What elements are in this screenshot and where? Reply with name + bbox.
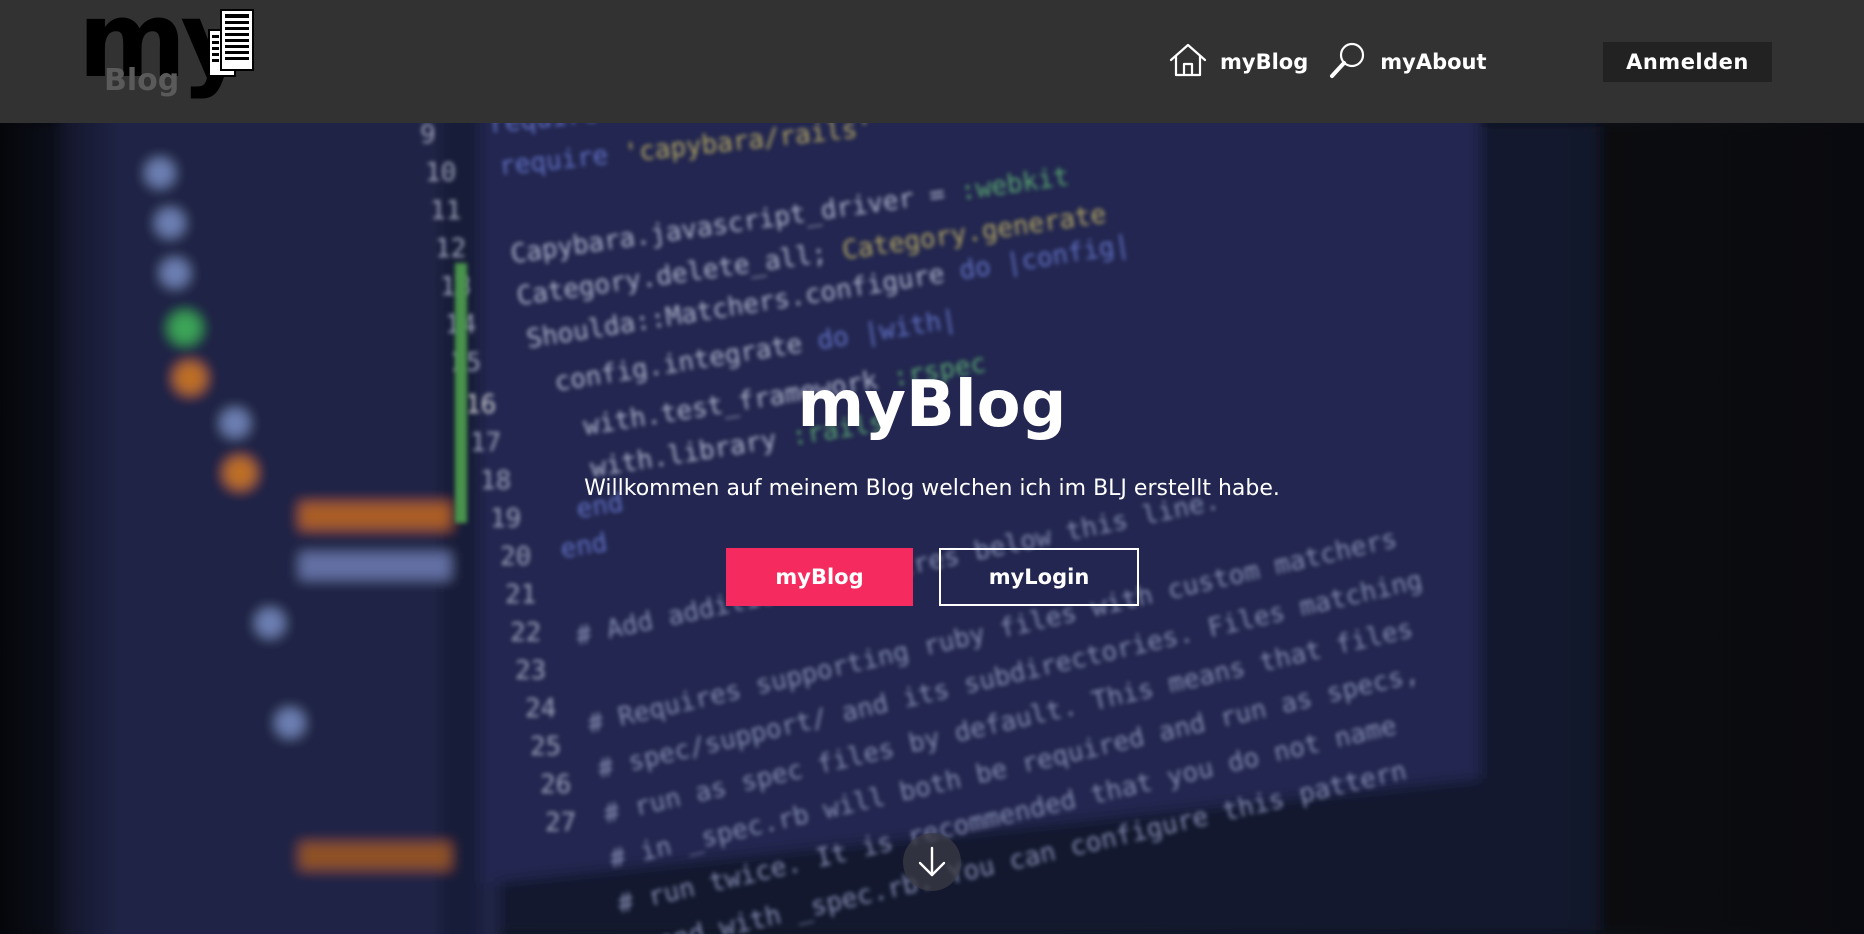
magnifier-icon bbox=[1328, 40, 1368, 85]
hero-title: myBlog bbox=[797, 368, 1067, 442]
nav-link-myblog[interactable]: myBlog bbox=[1168, 42, 1308, 83]
nav-link-myabout[interactable]: myAbout bbox=[1328, 40, 1487, 85]
myblog-button[interactable]: myBlog bbox=[726, 548, 913, 606]
nav-link-label: myAbout bbox=[1380, 50, 1487, 74]
home-icon bbox=[1168, 42, 1208, 83]
arrow-down-icon bbox=[918, 846, 946, 877]
newspaper-icon bbox=[208, 9, 254, 77]
site-logo[interactable]: my Blog bbox=[76, 0, 258, 118]
hero-subtitle: Willkommen auf meinem Blog welchen ich i… bbox=[584, 476, 1280, 501]
scroll-down-button[interactable] bbox=[903, 833, 961, 891]
mylogin-button[interactable]: myLogin bbox=[939, 548, 1139, 606]
signin-button[interactable]: Anmelden bbox=[1603, 42, 1772, 82]
logo-sub-text: Blog bbox=[104, 63, 180, 98]
top-navbar: my Blog myBlog myAbout Anmelden bbox=[0, 0, 1864, 123]
hero-section: 9 10 11 12 13 14 15 16 17 18 19 20 21 22… bbox=[0, 123, 1864, 934]
nav-link-label: myBlog bbox=[1220, 50, 1309, 74]
main-nav: myBlog myAbout bbox=[1168, 38, 1507, 86]
hero-background-image: 9 10 11 12 13 14 15 16 17 18 19 20 21 22… bbox=[0, 123, 1864, 934]
